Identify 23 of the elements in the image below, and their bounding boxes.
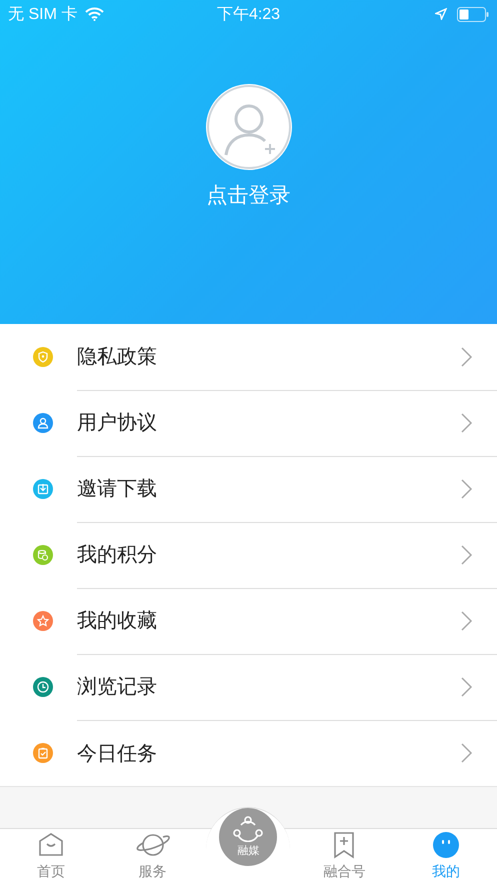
menu-item[interactable]: 邀请下载 — [77, 475, 461, 502]
home-icon — [36, 831, 65, 859]
location-icon — [435, 8, 448, 20]
menu-item[interactable]: 今日任务 — [77, 740, 461, 766]
battery-icon — [457, 6, 490, 22]
carrier-text: 无 SIM 卡 — [8, 4, 78, 24]
menu-item[interactable]: 用户协议 — [77, 409, 461, 436]
chevron-right-icon — [461, 610, 473, 630]
status-time: 下午4:23 — [216, 4, 280, 24]
menu-item[interactable]: 隐私政策 — [77, 343, 461, 370]
chevron-right-icon — [461, 346, 473, 366]
wifi-icon — [85, 7, 104, 21]
menu-item[interactable]: 浏览记录 — [77, 673, 461, 700]
menu-item[interactable]: 我的收藏 — [77, 607, 461, 634]
planet-icon — [134, 831, 172, 859]
chevron-right-icon — [461, 676, 473, 696]
menu-item[interactable]: 我的积分 — [77, 541, 461, 568]
chevron-right-icon — [461, 544, 473, 564]
chevron-right-icon — [461, 412, 473, 432]
chevron-right-icon — [461, 478, 473, 498]
face-icon — [432, 831, 460, 859]
nodes-icon — [233, 816, 264, 842]
chevron-right-icon — [461, 743, 473, 763]
